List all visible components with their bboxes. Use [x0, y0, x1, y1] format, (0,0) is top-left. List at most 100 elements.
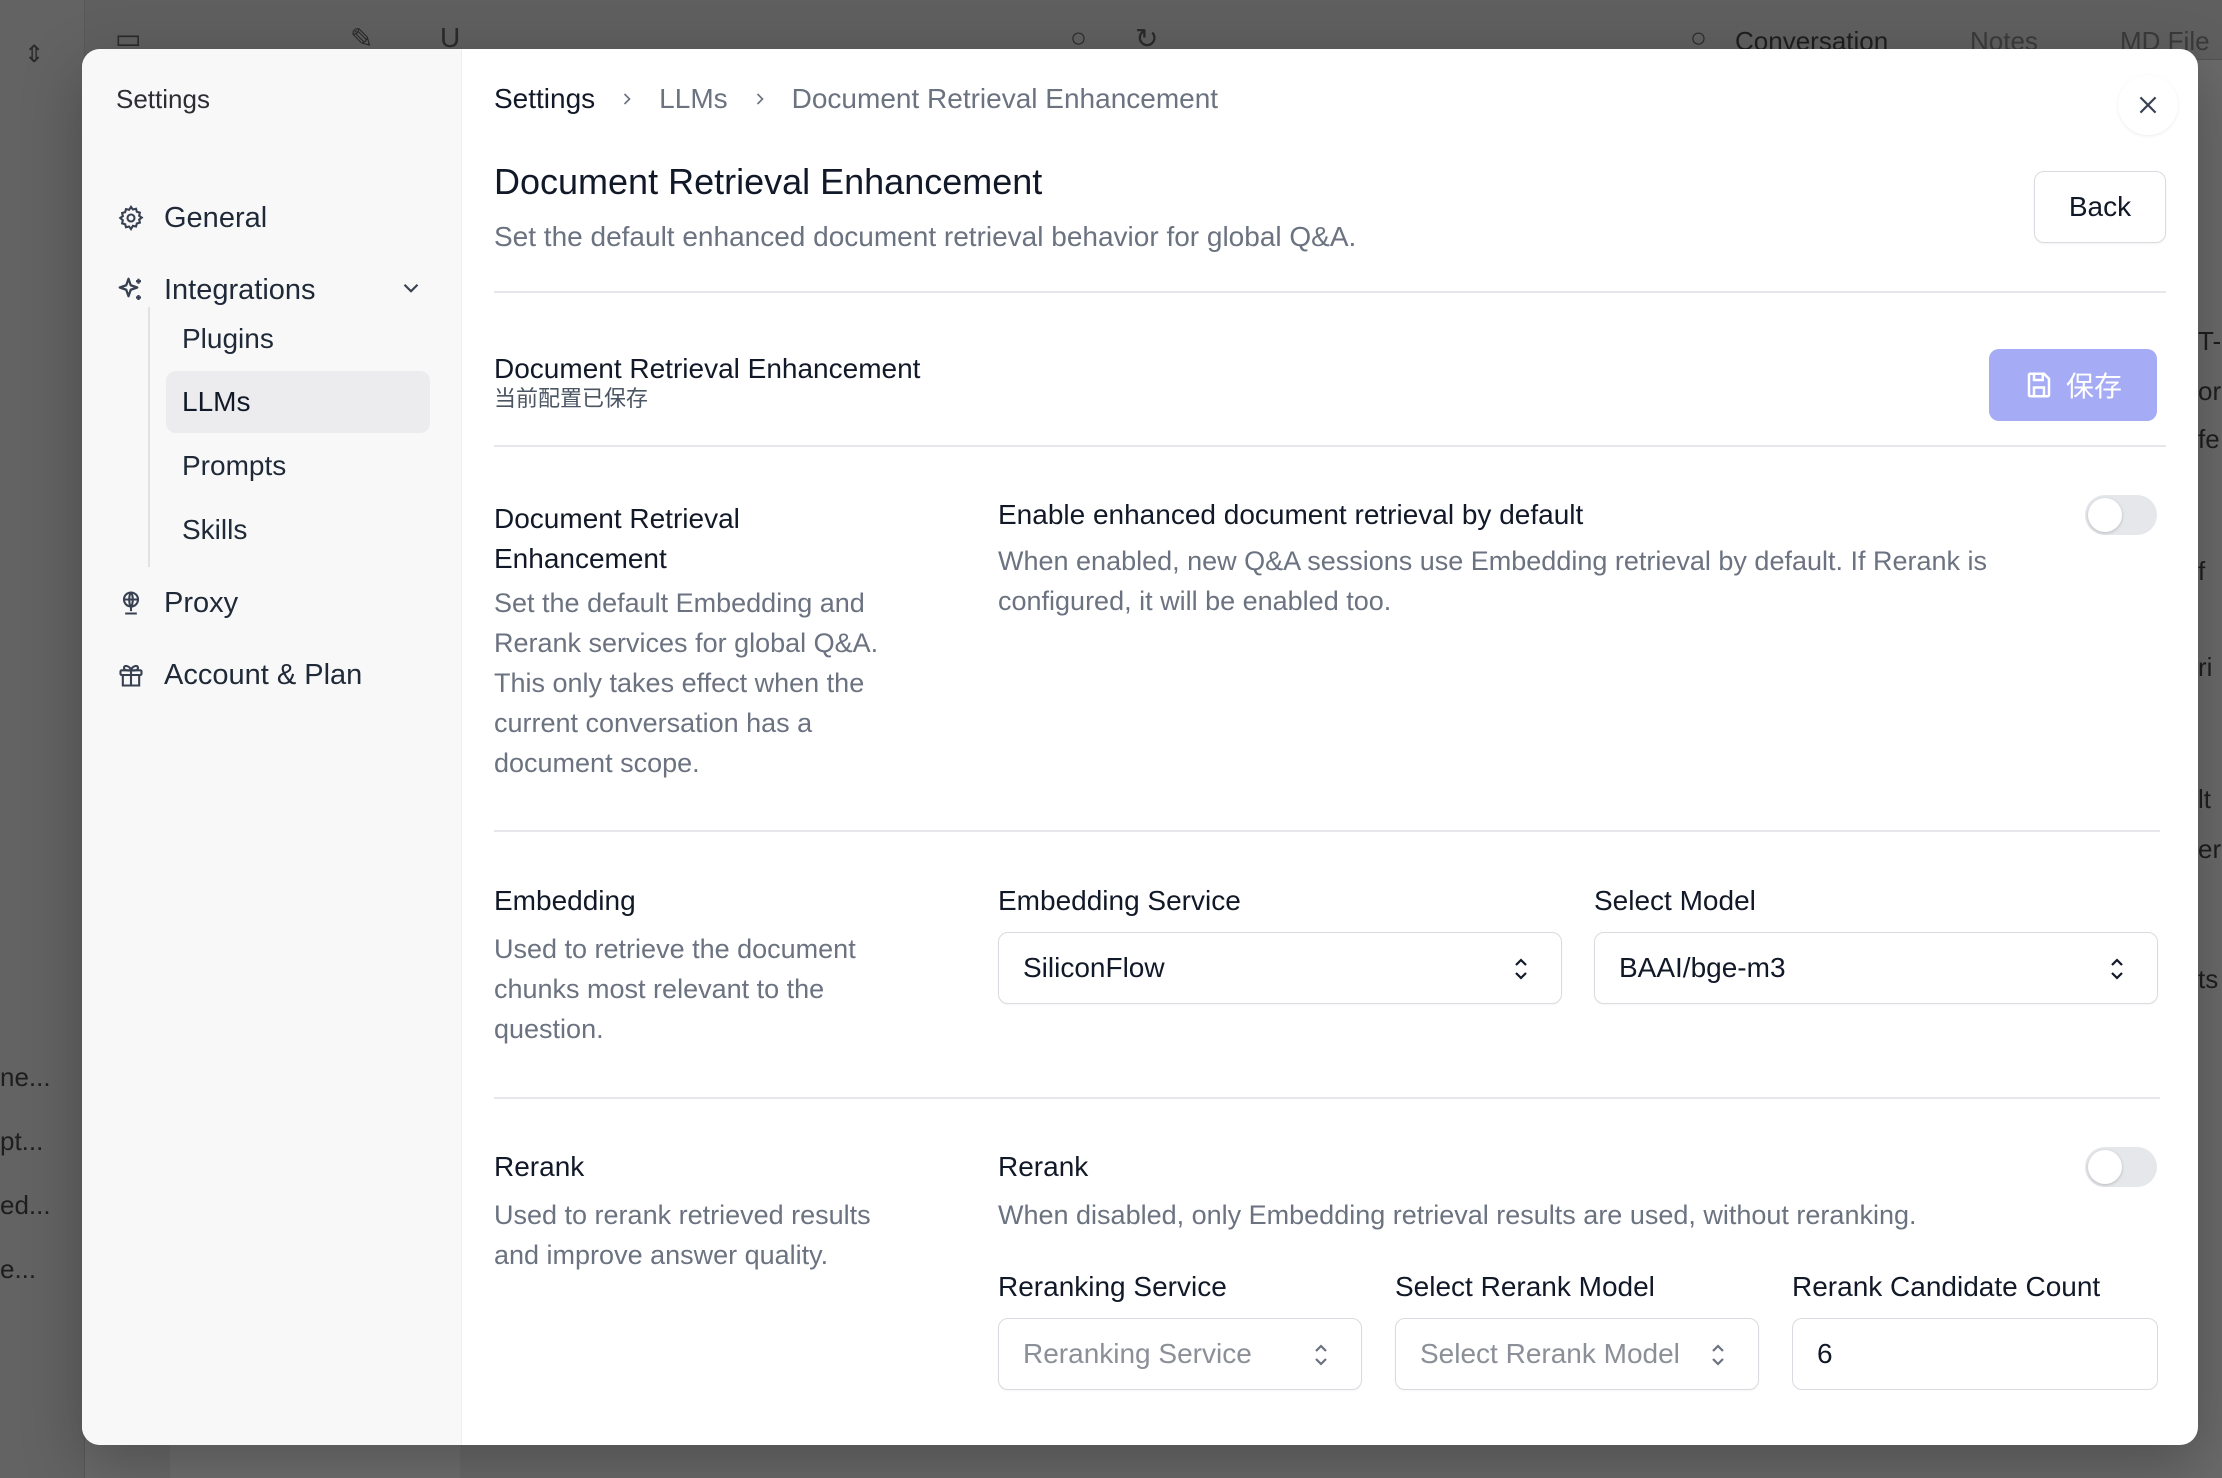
embedding-service-label: Embedding Service	[998, 885, 1241, 916]
rerank-service-label: Reranking Service	[998, 1271, 1227, 1302]
sidebar-item-plugins[interactable]: Plugins	[166, 308, 430, 370]
sidebar-item-skills[interactable]: Skills	[166, 499, 430, 561]
rerank-model-label: Select Rerank Model	[1395, 1271, 1655, 1302]
sidebar-item-llms[interactable]: LLMs	[166, 371, 430, 433]
rerank-count-input[interactable]: 6	[1792, 1318, 2158, 1390]
section-rerank-title: Rerank	[494, 1151, 585, 1182]
rerank-enabled-toggle[interactable]	[2085, 1147, 2157, 1187]
dre-option-desc: When enabled, new Q&A sessions use Embed…	[998, 541, 1987, 621]
status-title: Document Retrieval Enhancement	[494, 353, 921, 384]
section-divider	[494, 1097, 2160, 1099]
save-icon	[2027, 372, 2051, 398]
bg-snippet: ri	[2198, 652, 2213, 682]
bg-snippet: lt	[2198, 784, 2211, 814]
bg-snippet: fe	[2198, 424, 2220, 454]
select-placeholder: Select Rerank Model	[1420, 1338, 1680, 1369]
section-dre-title-line: Document Retrieval	[494, 503, 740, 534]
status-divider	[494, 445, 2166, 447]
rerank-count-label: Rerank Candidate Count	[1792, 1271, 2101, 1302]
embedding-model-label: Select Model	[1594, 885, 1756, 916]
bg-snippet: ts	[2198, 964, 2219, 994]
sidebar-item-label: Integrations	[164, 273, 316, 306]
breadcrumb-current: Document Retrieval Enhancement	[791, 83, 1219, 114]
chevron-right-icon	[617, 89, 637, 109]
dre-option-title: Enable enhanced document retrieval by de…	[998, 499, 1584, 530]
embedding-service-select[interactable]: SiliconFlow	[998, 932, 1562, 1004]
rerank-option-desc: When disabled, only Embedding retrieval …	[998, 1200, 1917, 1230]
save-label: 保存	[2065, 371, 2122, 402]
gift-icon	[116, 660, 146, 690]
header-divider	[494, 291, 2166, 293]
section-dre-title: Document Retrieval Enhancement	[494, 499, 740, 579]
section-dre-desc: Set the default Embedding and Rerank ser…	[494, 583, 878, 783]
close-icon	[2139, 96, 2157, 114]
updown-chevron-icon	[2105, 955, 2129, 990]
toggle-knob	[2088, 498, 2122, 532]
embedding-model-select[interactable]: BAAI/bge-m3	[1594, 932, 2158, 1004]
rerank-option-title: Rerank	[998, 1151, 1089, 1182]
updown-chevron-icon	[1509, 955, 1533, 990]
desc-line: Set the default Embedding and	[494, 588, 865, 618]
desc-line: configured, it will be enabled too.	[998, 586, 1392, 616]
globe-icon	[116, 588, 146, 618]
updown-icon: ⇕	[24, 41, 45, 68]
sidebar-item-label: Account & Plan	[164, 658, 363, 691]
toggle-knob	[2088, 1150, 2122, 1184]
sidebar-title: Settings	[116, 84, 210, 114]
chevron-right-icon	[750, 89, 770, 109]
gear-icon	[116, 203, 146, 233]
bg-snippet: ed...	[0, 1190, 51, 1220]
bg-snippet: T-	[2198, 326, 2222, 356]
desc-line: Used to retrieve the document	[494, 934, 856, 964]
page-title: Document Retrieval Enhancement	[494, 161, 1043, 202]
status-text: 当前配置已保存	[494, 387, 649, 412]
sidebar-item-prompts[interactable]: Prompts	[166, 435, 430, 497]
section-embedding-title: Embedding	[494, 885, 636, 916]
select-value: SiliconFlow	[1023, 952, 1165, 983]
breadcrumb-settings[interactable]: Settings	[494, 83, 595, 115]
desc-line: chunks most relevant to the	[494, 974, 825, 1004]
desc-line: Used to rerank retrieved results	[494, 1200, 871, 1230]
bg-document-preview	[170, 1440, 460, 1478]
sidebar-sub-divider	[148, 307, 150, 567]
rerank-model-select[interactable]: Select Rerank Model	[1395, 1318, 1759, 1390]
section-rerank-desc: Used to rerank retrieved results and imp…	[494, 1195, 871, 1275]
sparkle-icon	[116, 275, 146, 305]
updown-chevron-icon	[1706, 1341, 1730, 1376]
chevron-down-icon	[398, 275, 424, 309]
breadcrumb-llms[interactable]: LLMs	[659, 83, 727, 115]
page-subtitle: Set the default enhanced document retrie…	[494, 221, 1357, 252]
desc-line: When enabled, new Q&A sessions use Embed…	[998, 546, 1988, 576]
dre-enabled-toggle[interactable]	[2085, 495, 2157, 535]
sidebar-item-proxy[interactable]: Proxy	[116, 580, 434, 626]
section-embedding-desc: Used to retrieve the document chunks mos…	[494, 929, 856, 1049]
bg-snippet: er	[2198, 834, 2222, 864]
breadcrumb: Settings LLMs Document Retrieval Enhance…	[494, 83, 1218, 115]
select-value: BAAI/bge-m3	[1619, 952, 1786, 983]
sidebar-item-label: Proxy	[164, 586, 239, 619]
sidebar-item-account[interactable]: Account & Plan	[116, 652, 434, 698]
sidebar-item-integrations[interactable]: Integrations	[116, 267, 434, 313]
desc-line: Rerank services for global Q&A.	[494, 628, 879, 658]
save-button[interactable]: 保存	[1989, 349, 2157, 421]
back-button[interactable]: Back	[2034, 171, 2166, 243]
sidebar-item-general[interactable]: General	[116, 195, 434, 241]
bg-snippet: pt...	[0, 1126, 44, 1156]
sidebar-item-label: General	[164, 201, 268, 234]
desc-line: document scope.	[494, 748, 700, 778]
bg-snippet: or	[2198, 376, 2222, 406]
bg-snippet: ne...	[0, 1062, 51, 1092]
desc-line: question.	[494, 1014, 604, 1044]
desc-line: current conversation has a	[494, 708, 813, 738]
settings-sidebar: Settings General Integrations Plugins LL…	[82, 49, 462, 1445]
settings-modal: Settings General Integrations Plugins LL…	[82, 49, 2198, 1445]
rerank-service-select[interactable]: Reranking Service	[998, 1318, 1362, 1390]
section-divider	[494, 830, 2160, 832]
bg-snippet: e...	[0, 1254, 37, 1284]
section-dre-title-line: Enhancement	[494, 543, 667, 574]
updown-chevron-icon	[1309, 1341, 1333, 1376]
bg-snippet: f	[2198, 556, 2206, 586]
desc-line: and improve answer quality.	[494, 1240, 829, 1270]
select-placeholder: Reranking Service	[1023, 1338, 1252, 1369]
close-button[interactable]	[2118, 75, 2178, 135]
